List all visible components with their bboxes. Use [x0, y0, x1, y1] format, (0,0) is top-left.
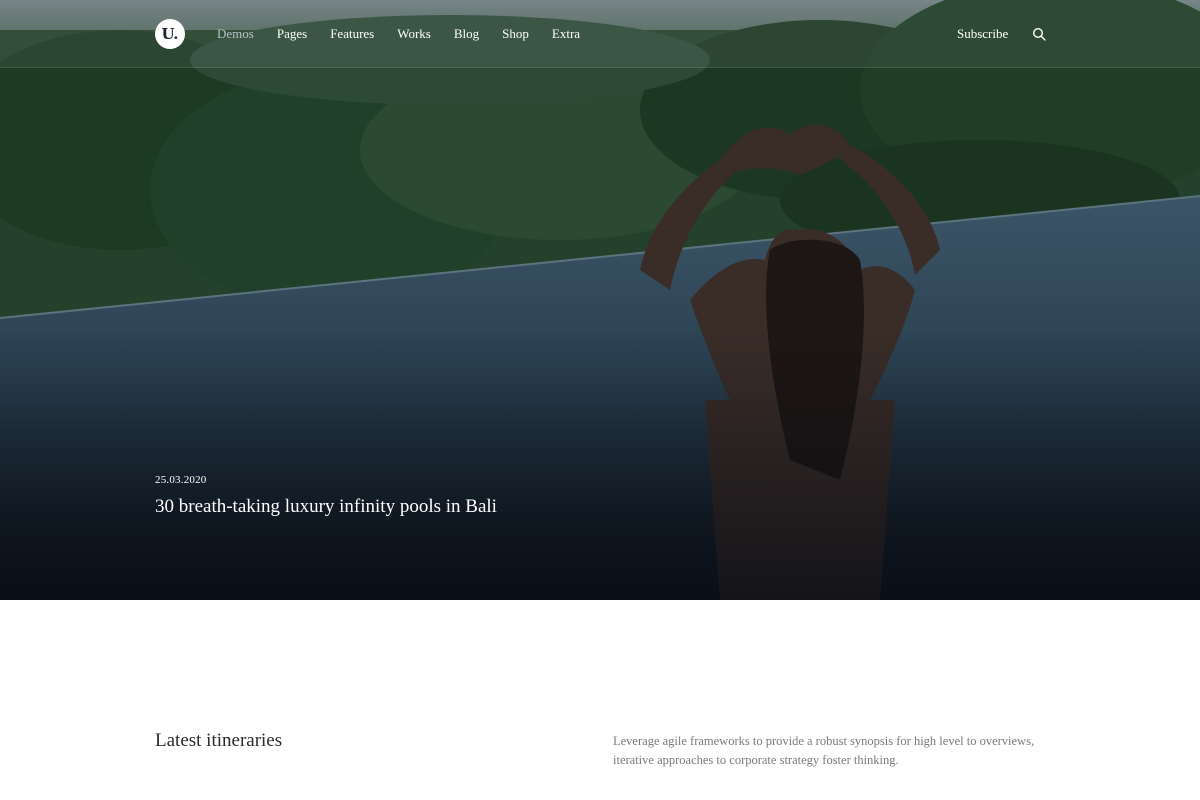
menu-item-demos[interactable]: Demos	[217, 26, 254, 42]
search-icon[interactable]	[1032, 27, 1046, 41]
post-title-link[interactable]: 30 breath-taking luxury infinity pools i…	[155, 496, 497, 518]
section-description: Leverage agile frameworks to provide a r…	[613, 734, 1035, 767]
menu-item-features[interactable]: Features	[330, 26, 374, 42]
section-title: Latest itineraries	[155, 730, 283, 751]
site-logo[interactable]: U.	[155, 19, 185, 49]
hero-banner: U. Demos Pages Features Works Blog Shop …	[0, 0, 1200, 600]
subscribe-link[interactable]: Subscribe	[957, 26, 1008, 42]
menu-item-works[interactable]: Works	[397, 26, 431, 42]
menu-item-shop[interactable]: Shop	[502, 26, 529, 42]
main-menu: Demos Pages Features Works Blog Shop Ext…	[217, 26, 603, 42]
top-navbar: U. Demos Pages Features Works Blog Shop …	[0, 0, 1200, 68]
menu-item-extra[interactable]: Extra	[552, 26, 580, 42]
menu-item-blog[interactable]: Blog	[454, 26, 479, 42]
menu-item-pages[interactable]: Pages	[277, 26, 307, 42]
post-date: 25.03.2020	[155, 474, 207, 486]
